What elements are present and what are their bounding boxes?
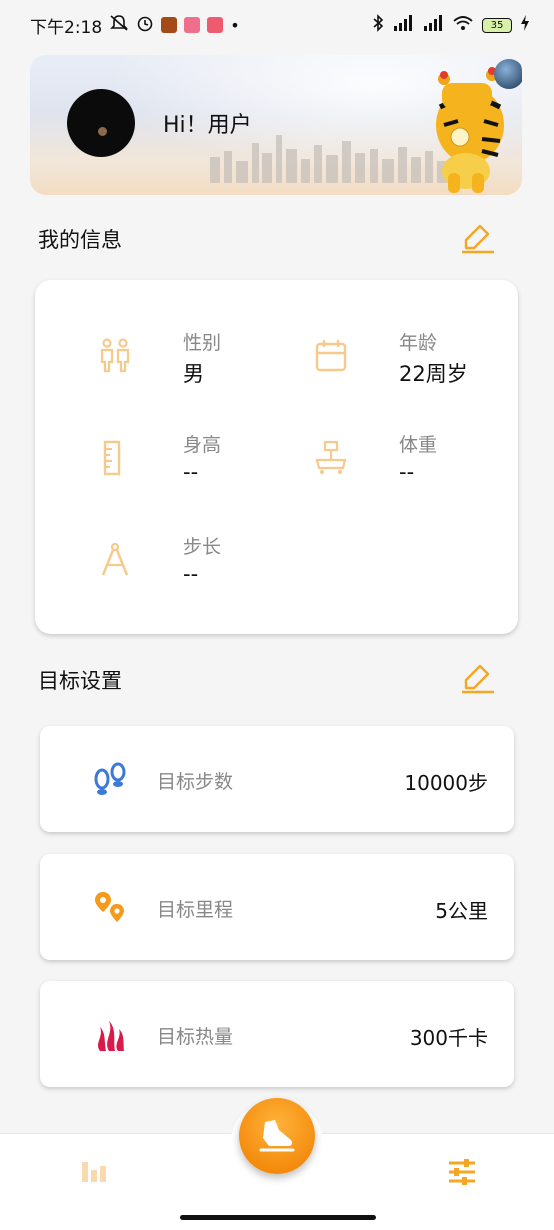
goal-value: 300千卡	[409, 1026, 488, 1050]
goal-label: 目标步数	[157, 771, 234, 793]
my-info-card: 性别 男 年龄 22周岁 身高 -- 体重 -- 步长 --	[35, 280, 518, 634]
goal-label: 目标里程	[157, 899, 234, 921]
status-bar: 下午2:18 • 35	[0, 0, 554, 50]
info-value: --	[183, 460, 199, 484]
bluetooth-icon	[372, 13, 384, 37]
info-label: 步长	[183, 536, 222, 558]
goals-title: 目标设置	[38, 669, 122, 693]
globe-icon	[494, 59, 522, 89]
goal-distance-card[interactable]: 目标里程 5公里	[40, 854, 514, 960]
signal-icon	[422, 14, 444, 37]
alarm-icon	[136, 14, 154, 37]
info-value: 22周岁	[399, 362, 468, 386]
edit-info-icon[interactable]	[460, 220, 496, 254]
edit-goals-icon[interactable]	[460, 660, 496, 694]
wifi-icon	[452, 14, 474, 37]
greeting-text: Hi！用户	[163, 113, 252, 138]
charging-icon	[520, 14, 530, 36]
location-pins-icon	[95, 892, 124, 922]
ruler-icon	[103, 440, 121, 476]
footsteps-icon	[94, 762, 126, 795]
goal-label: 目标热量	[157, 1026, 234, 1048]
goal-value: 5公里	[435, 899, 488, 923]
battery-icon: 35	[482, 17, 512, 33]
info-label: 体重	[399, 434, 438, 456]
running-shoe-button[interactable]	[239, 1098, 315, 1174]
my-info-title: 我的信息	[38, 228, 122, 252]
stats-icon[interactable]	[80, 1160, 108, 1184]
mute-icon	[109, 14, 129, 37]
goal-steps-card[interactable]: 目标步数 10000步	[40, 726, 514, 832]
compass-icon	[101, 542, 129, 576]
avatar[interactable]	[67, 89, 135, 157]
more-dot-icon: •	[230, 15, 240, 35]
scale-icon	[315, 440, 347, 474]
running-shoe-icon	[259, 1120, 295, 1152]
calendar-icon	[315, 340, 347, 372]
home-indicator[interactable]	[180, 1215, 376, 1220]
signal-icon	[392, 14, 414, 37]
gender-icon	[100, 338, 130, 373]
status-time: 下午2:18	[30, 17, 103, 38]
app-notification-icon	[184, 17, 201, 33]
info-value: 男	[183, 362, 204, 386]
info-value: --	[183, 562, 199, 586]
goal-value: 10000步	[404, 771, 488, 795]
app-notification-icon	[161, 17, 178, 33]
info-label: 身高	[183, 434, 222, 456]
info-label: 性别	[183, 332, 222, 354]
flame-icon	[98, 1021, 124, 1051]
goal-calories-card[interactable]: 目标热量 300千卡	[40, 981, 514, 1087]
settings-sliders-icon[interactable]	[447, 1158, 477, 1186]
info-value: --	[399, 460, 415, 484]
info-label: 年龄	[399, 332, 438, 354]
profile-banner[interactable]: Hi！用户	[30, 55, 522, 195]
app-notification-icon	[207, 17, 224, 33]
